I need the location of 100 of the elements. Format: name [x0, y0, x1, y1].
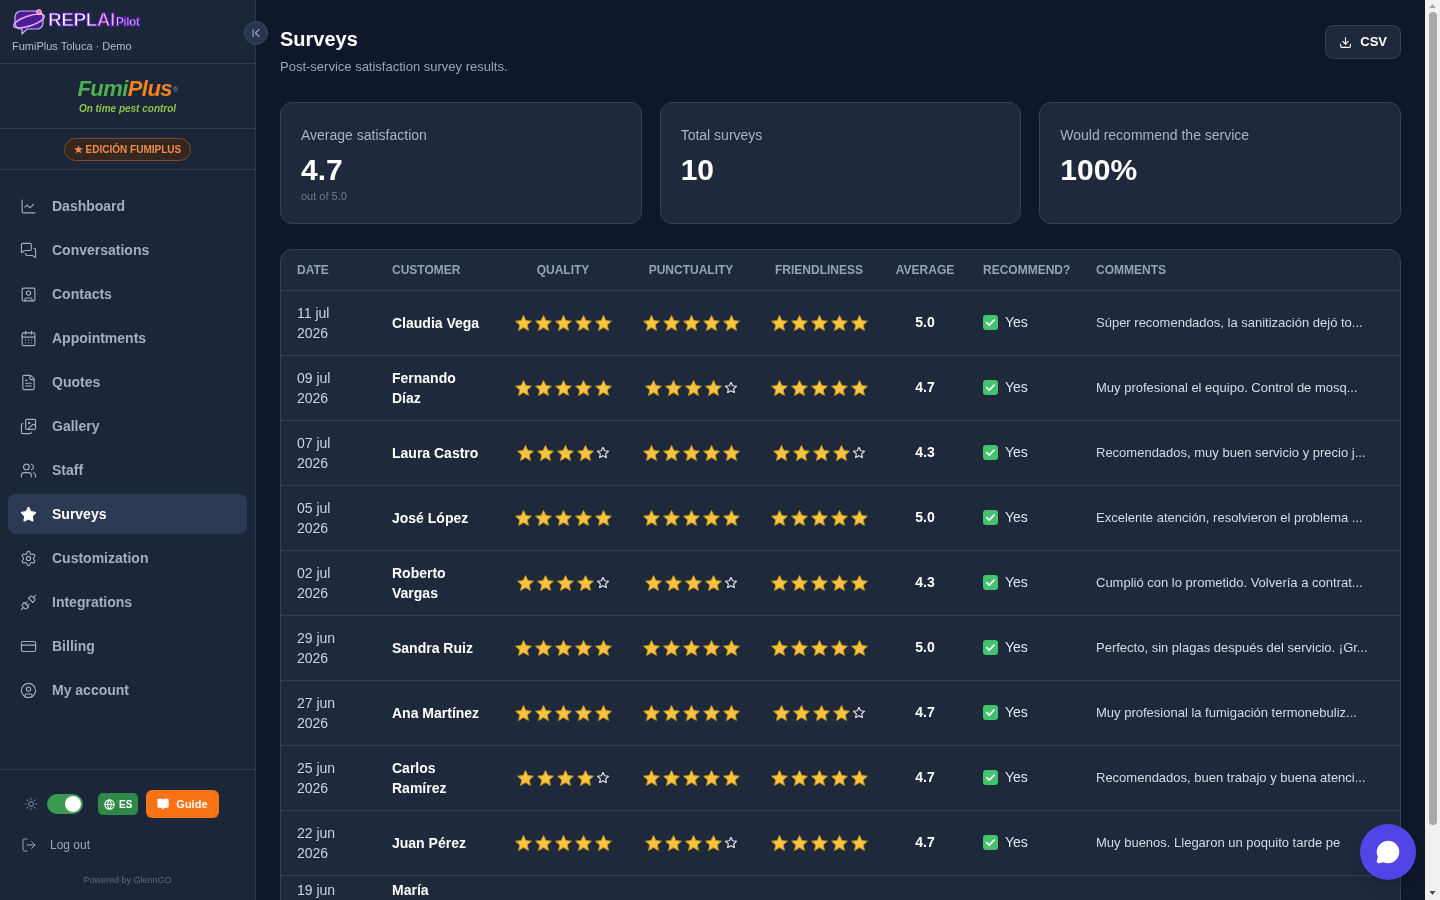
collapse-sidebar-button[interactable] [244, 21, 268, 45]
nav-item[interactable]: Customization [8, 538, 247, 578]
star-icon [594, 314, 612, 331]
nav-item[interactable]: Integrations [8, 582, 247, 622]
contact-card-icon [20, 285, 37, 303]
star-icon [770, 509, 788, 526]
star-icon [790, 574, 808, 591]
star-icon [790, 639, 808, 656]
client-tagline: On time pest control [78, 101, 177, 116]
nav-item[interactable]: Gallery [8, 406, 247, 446]
star-icon [685, 834, 702, 851]
star-icon [810, 639, 828, 656]
star-icon [850, 769, 868, 786]
star-icon [642, 704, 660, 721]
star-icon [770, 314, 788, 331]
star-icon [793, 444, 810, 461]
star-icon [682, 639, 700, 656]
date-text: 19 jun [297, 880, 337, 900]
nav-item[interactable]: Staff [8, 450, 247, 490]
nav-item[interactable]: My account [8, 670, 247, 710]
stat-label: Total surveys [680, 125, 764, 145]
star-icon [665, 574, 682, 591]
theme-toggle[interactable] [47, 794, 83, 814]
nav-item[interactable]: Appointments [8, 318, 247, 358]
star-icon [574, 509, 592, 526]
star-icon [662, 704, 680, 721]
star-icon [574, 379, 592, 396]
star-icon [810, 834, 828, 851]
star-icon [534, 509, 552, 526]
star-icon [574, 834, 592, 851]
stat-value: 100% [1060, 151, 1139, 188]
star-icon [557, 444, 574, 461]
star-icon [534, 639, 552, 656]
star-icon [682, 314, 700, 331]
csv-export-button[interactable]: CSV [1325, 25, 1401, 59]
star-icon [514, 704, 532, 721]
recommend-label: Yes [1005, 313, 1028, 332]
star-icon [594, 509, 612, 526]
star-icon [722, 704, 740, 721]
star-icon [554, 704, 572, 721]
star-icon [793, 704, 810, 721]
star-icon [574, 314, 592, 331]
star-icon [790, 834, 808, 851]
recommend-label: Yes [1005, 703, 1028, 722]
star-outline-icon [725, 837, 737, 848]
nav-item[interactable]: Conversations [8, 230, 247, 270]
star-icon [554, 314, 572, 331]
language-button[interactable]: ES [98, 793, 139, 815]
star-icon [534, 834, 552, 851]
nav-item[interactable]: Quotes [8, 362, 247, 402]
date-text: 07 jul 2026 [297, 433, 332, 473]
star-outline-icon [725, 382, 737, 393]
nav-item[interactable]: Billing [8, 626, 247, 666]
average-score: 5.0 [915, 638, 935, 657]
date-text: 22 jun 2026 [297, 823, 337, 863]
column-header: PUNCTUALITY [648, 261, 734, 279]
star-icon [534, 379, 552, 396]
star-icon [830, 509, 848, 526]
logout-icon [21, 837, 37, 853]
star-icon [702, 704, 720, 721]
customer-name: Fernando Díaz [392, 368, 457, 408]
star-icon [850, 314, 868, 331]
star-icon [790, 314, 808, 331]
page-subtitle: Post-service satisfaction survey results. [280, 58, 508, 76]
star-icon [554, 834, 572, 851]
star-icon [773, 444, 790, 461]
calendar-icon [20, 329, 37, 347]
star-icon [830, 314, 848, 331]
star-icon [537, 769, 554, 786]
nav-item[interactable]: Surveys [8, 494, 247, 534]
average-score: 4.3 [915, 443, 935, 462]
recommend-label: Yes [1005, 768, 1028, 787]
average-score: 4.7 [915, 703, 935, 722]
star-icon [594, 379, 612, 396]
star-icon [577, 444, 594, 461]
download-icon [1339, 35, 1353, 49]
star-icon [770, 574, 788, 591]
star-icon [682, 444, 700, 461]
star-icon [810, 314, 828, 331]
star-icon [850, 834, 868, 851]
chart-line-icon [20, 197, 37, 215]
star-icon [537, 444, 554, 461]
nav-item[interactable]: Contacts [8, 274, 247, 314]
star-icon [850, 379, 868, 396]
star-icon [705, 379, 722, 396]
powered-by-text: Powered by GlennGO [82, 874, 173, 887]
document-icon [20, 373, 37, 391]
logout-button[interactable]: Log out [21, 835, 91, 855]
customer-name: Claudia Vega [392, 313, 481, 333]
scrollbar-thumb[interactable] [1428, 12, 1437, 825]
star-icon [662, 769, 680, 786]
scroll-down-arrow-icon[interactable] [1429, 891, 1436, 895]
customer-name: Sandra Ruiz [392, 638, 474, 658]
page-title: Surveys [280, 27, 359, 52]
star-icon [810, 509, 828, 526]
images-icon [20, 417, 37, 435]
comment-text: Recomendados, buen trabajo y buena atenci... [1096, 768, 1366, 787]
comment-text: Recomendados, muy buen servicio y precio j... [1096, 443, 1366, 462]
star-icon [662, 314, 680, 331]
nav-item[interactable]: Dashboard [8, 186, 247, 226]
